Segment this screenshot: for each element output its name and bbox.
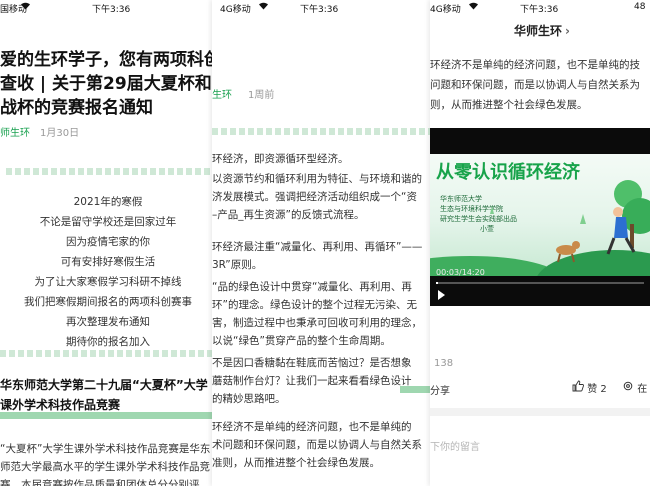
wifi-icon [258, 1, 269, 13]
comment-input[interactable]: 下你的留言 [430, 438, 480, 453]
article-time: 1周前 [248, 90, 275, 101]
status-bar: 4G移动 下午3:36 48 [430, 0, 650, 15]
read-count: 138 [434, 358, 454, 369]
article-title-line-3: 战杯的竞赛报名通知 [0, 98, 153, 118]
video-player[interactable]: 从零认识循环经济 华东师范大学 生态与环境科学学院 研究生学生会实践部出品 小萱 [430, 128, 650, 306]
landscape-illustration [430, 180, 650, 276]
poem-line: 不论是留守学校还是回家过年 [39, 216, 177, 228]
video-time: 00:03/14:20 [436, 268, 485, 277]
article-title-line-1: 爱的生环学子，您有两项科创赛事小课堂——从零认识循环经济 [0, 50, 216, 70]
poem-line: 期待你的报名加入 [66, 336, 150, 348]
video-progress-track[interactable] [436, 282, 644, 284]
decorative-divider [400, 386, 434, 393]
paragraph-line: 师范大学最高水平的学生课外学术科技作品竞 [0, 461, 210, 473]
poem-line: 为了让大家寒假学习科研不掉线 [34, 276, 182, 288]
article-title-line-2: 查收 | 关于第29届大夏杯和第17届 [0, 74, 216, 94]
carrier-label: 4G移动 [430, 5, 461, 15]
paragraph-line: 的精妙思路吧。 [212, 393, 286, 405]
paragraph-line: “品的绿色设计中贯穿“减量化、再利用、再 [212, 281, 412, 293]
paragraph-line: –产品_再生资源”的反馈式流程。 [212, 209, 365, 221]
thumbs-up-icon [572, 380, 587, 395]
wifi-icon [468, 1, 479, 13]
poem-line: 我们把寒假期间报名的两项科创赛事 [24, 296, 192, 308]
account-name-link[interactable]: 华师生环 › [514, 22, 570, 39]
paragraph-line: 准则，从而推进整个社会绿色发展。 [212, 457, 380, 469]
paragraph-line: 以说“绿色”贯穿产品的整个生命周期。 [212, 335, 391, 347]
status-time: 下午3:36 [300, 5, 339, 15]
decorative-divider [6, 168, 216, 175]
paragraph-line: 蘑菇制作台灯？让我们一起来看看绿色设计 [212, 375, 412, 387]
carrier-label: 4G移动 [220, 5, 251, 15]
poem-line: 因为疫情宅家的你 [66, 236, 150, 248]
video-progress-fill [436, 282, 439, 284]
paragraph-line: 不是因口香糖黏在鞋底而苦恼过？是否想象 [212, 357, 412, 369]
paragraph-line: 环”的理念。绿色设计的整个过程无污染、无 [212, 299, 417, 311]
decorative-divider [212, 128, 434, 135]
section-underline [0, 412, 216, 419]
like-button[interactable]: 赞 2 [572, 380, 607, 395]
section-heading-line-2: 课外学术科技作品竞赛 [0, 398, 121, 412]
video-frame: 从零认识循环经济 华东师范大学 生态与环境科学学院 研究生学生会实践部出品 小萱 [430, 154, 650, 276]
battery-level: 48 [634, 2, 646, 12]
paragraph-line: 环经济最注重“减量化、再利用、再循环”—— [212, 241, 423, 253]
wifi-icon [20, 1, 31, 13]
video-controls: 00:03/14:20 [430, 268, 650, 306]
poem-line: 可有安排好寒假生活 [60, 256, 156, 268]
screenshot-collage: 国移动 下午3:36 爱的生环学子，您有两项科创赛事小课堂——从零认识循环经济 … [0, 0, 650, 486]
poem-line: 2021年的寒假 [73, 196, 143, 208]
section-heading-line-1: 华东师范大学第二十九届“大夏杯”大学 [0, 378, 208, 392]
paragraph-line: 以资源节约和循环利用为特征、与环境和谐的 [212, 173, 422, 185]
article-screen-notice: 国移动 下午3:36 爱的生环学子，您有两项科创赛事小课堂——从零认识循环经济 … [0, 0, 216, 486]
chevron-right-icon: › [565, 24, 570, 38]
article-screen-video: 4G移动 下午3:36 48 华师生环 › 环经济不是单纯的经济问题，也不是单纯的… [430, 0, 650, 486]
article-date: 1月30日 [40, 128, 80, 139]
status-time: 下午3:36 [520, 5, 559, 15]
paragraph-line: 术问题和环保问题，而是以协调人与自然关系 [212, 439, 422, 451]
looking-button[interactable]: 在 [622, 380, 647, 395]
paragraph-line: 环经济不是单纯的经济问题，也不是单纯的技 [430, 59, 640, 71]
paragraph-line: 问题和环保问题，而是以协调人与自然关系为 [430, 79, 640, 91]
status-bar: 国移动 下午3:36 [0, 0, 216, 15]
article-author[interactable]: 生环 [212, 86, 232, 101]
paragraph-line: 害，制造过程中也秉承可回收可利用的理念， [212, 317, 422, 329]
paragraph-line: 济发展模式。强调把经济活动组织成一个“资 [212, 191, 417, 203]
poem-line: 再次整理发布通知 [66, 316, 150, 328]
article-screen-circular-economy: 4G移动 下午3:36 生环 1周前 环经济，即资源循环型经济。 以资源节约和循… [212, 0, 434, 486]
article-author[interactable]: 师生环 [0, 124, 30, 139]
paragraph-line: 3R”原则。 [212, 259, 263, 271]
play-icon[interactable] [438, 290, 445, 300]
status-bar: 4G移动 下午3:36 [212, 0, 434, 15]
decorative-divider [0, 350, 216, 357]
gear-icon [622, 381, 637, 395]
paragraph-line: 环经济，即资源循环型经济。 [212, 153, 349, 165]
share-button[interactable]: 分享 [430, 382, 450, 397]
paragraph-line: 赛，本届竞赛按作品质量和团体总分分别评 [0, 479, 200, 486]
status-time: 下午3:36 [92, 5, 131, 15]
paragraph-line: “大夏杯”大学生课外学术科技作品竞赛是华东 [0, 443, 211, 455]
paragraph-line: 则，从而推进整个社会绿色发展。 [430, 99, 588, 111]
paragraph-line: 环经济不是单纯的经济问题，也不是单纯的 [212, 421, 412, 433]
section-gap [430, 408, 650, 416]
